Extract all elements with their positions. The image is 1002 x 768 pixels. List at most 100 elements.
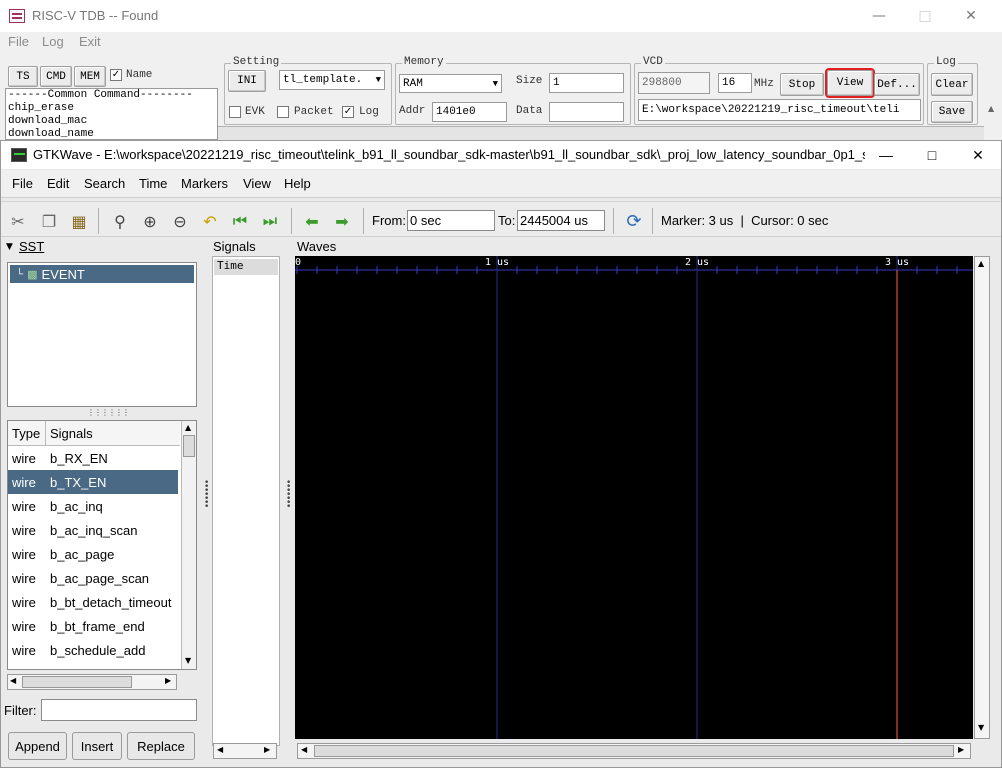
col-signals[interactable]: Signals <box>50 426 93 441</box>
menu-file[interactable]: File <box>12 176 33 191</box>
to-input[interactable]: 2445004 us <box>517 210 605 231</box>
signal-row[interactable]: wire b_TX_EN <box>8 470 178 494</box>
tdb-menu-log[interactable]: Log <box>42 34 64 49</box>
scroll-up-icon[interactable]: ▲ <box>185 423 191 432</box>
template-select[interactable]: tl_template. ▼ <box>279 70 385 90</box>
signal-row[interactable]: wire b_ac_page_scan <box>8 566 178 590</box>
signal-row[interactable]: wire b_schedule_add <box>8 638 178 662</box>
signals-hscroll[interactable]: ◀ ▶ <box>213 743 277 759</box>
pane-handle-icon[interactable]: ⋮⋮⋮⋮⋮⋮ <box>87 408 130 417</box>
signal-row[interactable]: wire b_RX_EN <box>8 446 178 470</box>
save-button[interactable]: Save <box>931 101 973 123</box>
replace-button[interactable]: Replace <box>127 732 195 760</box>
waves-canvas[interactable]: 0 1 us 2 us 3 us <box>295 256 973 739</box>
scroll-up-icon[interactable]: ▲ <box>978 259 984 268</box>
pane-handle-icon[interactable]: • • • • • • • <box>204 479 209 512</box>
pane-handle-icon[interactable]: • • • • • • • <box>286 479 291 512</box>
addr-input[interactable]: 1401e0 <box>432 102 507 122</box>
scroll-thumb[interactable] <box>314 745 954 757</box>
cut-icon[interactable]: ✂ <box>7 210 29 232</box>
scroll-thumb[interactable] <box>183 435 195 457</box>
menu-search[interactable]: Search <box>84 176 125 191</box>
view-button[interactable]: View <box>825 68 875 98</box>
menu-view[interactable]: View <box>243 176 271 191</box>
undo-zoom-icon[interactable]: ↶ <box>199 210 221 232</box>
log-line: download_name <box>8 128 94 140</box>
tdb-right-scrollbar[interactable]: ▲ <box>984 32 1002 140</box>
evk-checkbox[interactable] <box>229 106 241 118</box>
signal-row[interactable]: wire b_bt_frame_end <box>8 614 178 638</box>
data-input[interactable] <box>549 102 624 122</box>
sst-tree[interactable]: └ ▩ EVENT <box>7 262 197 407</box>
vcd-value-field[interactable]: 298800 <box>638 72 710 94</box>
arrow-left-icon[interactable]: ⬅ <box>301 210 323 232</box>
signals-panel[interactable]: Time <box>212 256 280 746</box>
memory-type-select[interactable]: RAM ▼ <box>399 74 502 93</box>
menu-time[interactable]: Time <box>139 176 167 191</box>
minimize-icon[interactable]: — <box>856 0 902 32</box>
waves-hscroll[interactable]: ◀ ▶ <box>297 743 971 759</box>
zoom-in-icon[interactable]: ⊕ <box>139 210 161 232</box>
filter-input[interactable] <box>41 699 197 721</box>
tdb-menu-exit[interactable]: Exit <box>79 34 101 49</box>
tab-mem[interactable]: MEM <box>74 66 106 87</box>
zoom-fit-icon[interactable]: ⚲ <box>109 210 131 232</box>
scroll-right-icon[interactable]: ▶ <box>165 676 171 685</box>
scroll-down-icon[interactable]: ▼ <box>185 656 191 665</box>
scroll-left-icon[interactable]: ◀ <box>301 745 307 754</box>
freq-input[interactable]: 16 <box>718 73 752 93</box>
copy-icon[interactable]: ❐ <box>38 210 60 232</box>
append-button[interactable]: Append <box>8 732 67 760</box>
signal-row[interactable]: wire b_ac_inq <box>8 494 178 518</box>
maximize-icon[interactable]: □ <box>902 0 948 32</box>
zoom-start-icon[interactable]: ⏮ <box>229 210 251 232</box>
tree-item-event[interactable]: └ ▩ EVENT <box>10 265 194 283</box>
col-type[interactable]: Type <box>12 426 40 441</box>
tab-cmd[interactable]: CMD <box>40 66 72 87</box>
scroll-thumb[interactable] <box>22 676 132 688</box>
clear-button[interactable]: Clear <box>931 73 973 96</box>
ruler-tick-label: 0 <box>295 257 301 268</box>
vcd-path-field[interactable]: E:\workspace\20221219_risc_timeout\teli <box>638 99 921 121</box>
close-icon[interactable]: ✕ <box>955 139 1001 171</box>
menu-edit[interactable]: Edit <box>47 176 69 191</box>
signal-row[interactable]: wire b_ac_page <box>8 542 178 566</box>
signal-row[interactable]: wire b_bt_detach_timeout <box>8 590 178 614</box>
signal-time-row[interactable]: Time <box>214 259 278 275</box>
zoom-end-icon[interactable]: ⏭ <box>259 210 281 232</box>
arrow-right-icon[interactable]: ➡ <box>331 210 353 232</box>
tdb-menu-file[interactable]: File <box>8 34 29 49</box>
insert-button[interactable]: Insert <box>72 732 122 760</box>
command-log[interactable]: ------Common Command-------- chip_erase … <box>5 88 218 140</box>
packet-checkbox[interactable] <box>277 106 289 118</box>
scroll-left-icon[interactable]: ◀ <box>10 676 16 685</box>
signal-row[interactable]: wire b_ac_inq_scan <box>8 518 178 542</box>
maximize-icon[interactable]: □ <box>909 139 955 171</box>
menu-markers[interactable]: Markers <box>181 176 228 191</box>
scroll-left-icon[interactable]: ◀ <box>217 745 223 754</box>
sst-expander-icon[interactable]: ▼ <box>6 242 13 252</box>
scroll-down-icon[interactable]: ▼ <box>978 723 984 732</box>
name-checkbox[interactable]: ✓ <box>110 69 122 81</box>
zoom-out-icon[interactable]: ⊖ <box>169 210 191 232</box>
from-input[interactable]: 0 sec <box>407 210 495 231</box>
reload-icon[interactable]: ⟳ <box>623 210 645 232</box>
size-input[interactable]: 1 <box>549 73 624 93</box>
tab-ts[interactable]: TS <box>8 66 38 87</box>
close-icon[interactable]: ✕ <box>948 0 994 32</box>
paste-icon[interactable]: ▦ <box>68 210 90 232</box>
minimize-icon[interactable]: — <box>863 139 909 171</box>
signal-type: wire <box>12 594 36 610</box>
sst-hscroll[interactable]: ◀ ▶ <box>7 674 177 690</box>
waves-vscroll[interactable]: ▲ ▼ <box>974 256 990 739</box>
log-checkbox[interactable]: ✓ <box>342 106 354 118</box>
stop-button[interactable]: Stop <box>780 73 824 96</box>
scroll-up-icon[interactable]: ▲ <box>988 104 994 113</box>
scroll-right-icon[interactable]: ▶ <box>264 745 270 754</box>
log-line: chip_erase <box>8 102 75 114</box>
scroll-right-icon[interactable]: ▶ <box>958 745 964 754</box>
def-button[interactable]: Def... <box>874 73 920 96</box>
ini-button[interactable]: INI <box>228 70 266 92</box>
menu-help[interactable]: Help <box>284 176 311 191</box>
signal-list-vscroll[interactable]: ▲ ▼ <box>181 421 196 669</box>
